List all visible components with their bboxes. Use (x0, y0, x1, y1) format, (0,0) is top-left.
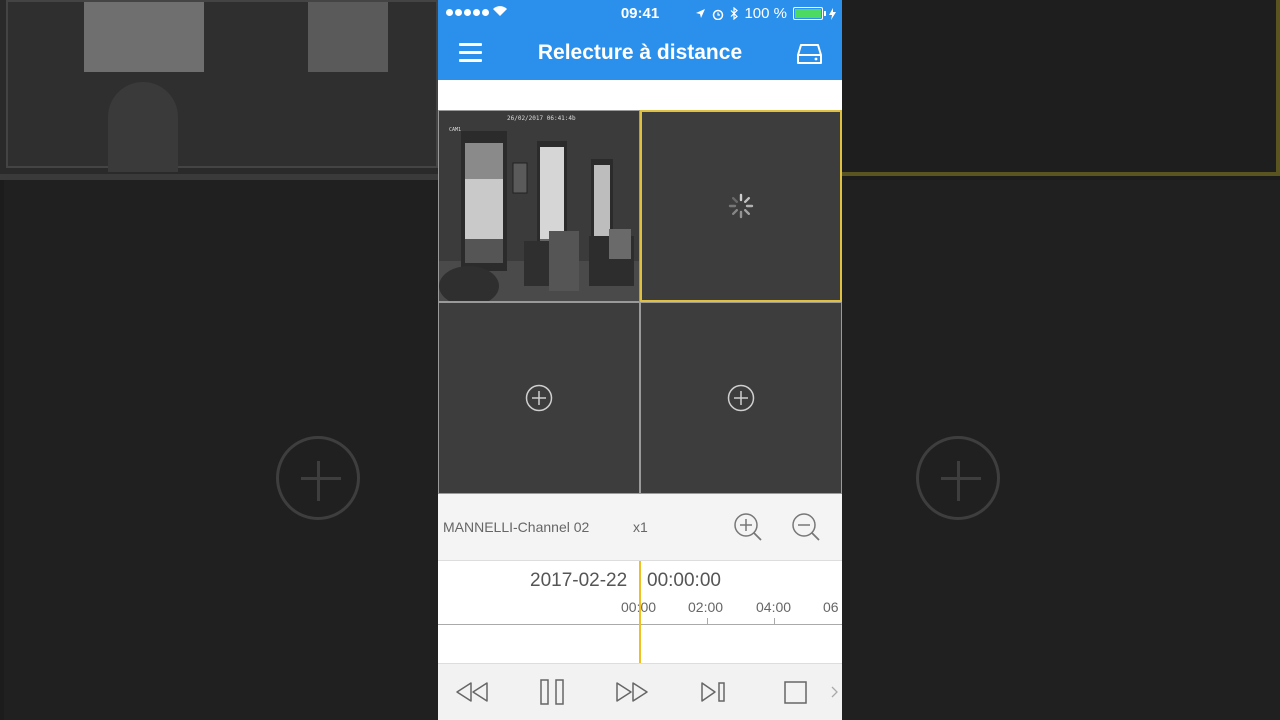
background-add-icon (276, 436, 360, 520)
rewind-icon[interactable] (454, 678, 490, 706)
timeline-tick-label: 04:00 (756, 599, 792, 615)
feed-timestamp-overlay: 26/02/2017 06:41:4b (507, 115, 576, 122)
background-empty-cell-right (842, 180, 1280, 720)
timeline-tick-label: 02:00 (688, 599, 724, 615)
more-chevron-icon[interactable] (830, 685, 840, 699)
add-circle-icon[interactable] (525, 384, 553, 412)
pause-icon[interactable] (538, 678, 568, 706)
background-empty-cell-left (4, 180, 438, 720)
channel-info-bar: MANNELLI-Channel 02 x1 (438, 494, 842, 561)
timeline-tick-label: 06 (823, 599, 839, 615)
hard-drive-icon[interactable] (797, 42, 822, 66)
stop-icon[interactable] (783, 678, 809, 706)
alarm-icon (713, 9, 724, 20)
video-cell-1[interactable]: 26/02/2017 06:41:4b CAM1 (439, 111, 639, 301)
background-add-icon (916, 436, 1000, 520)
add-circle-icon[interactable] (727, 384, 755, 412)
fast-forward-icon[interactable] (614, 678, 650, 706)
playback-speed[interactable]: x1 (633, 519, 648, 535)
video-grid: 26/02/2017 06:41:4b CAM1 (438, 110, 842, 494)
status-bar: 09:41 100 % (438, 0, 842, 28)
location-arrow-icon (696, 9, 706, 18)
timeline-date: 2017-02-22 (530, 570, 628, 591)
video-cell-3-empty[interactable] (439, 303, 639, 493)
timeline-cursor[interactable] (639, 561, 641, 663)
bluetooth-icon (731, 7, 739, 20)
zoom-out-icon[interactable] (791, 512, 821, 542)
playback-controls (438, 663, 842, 720)
channel-name: MANNELLI-Channel 02 (443, 519, 590, 535)
background-selected-cell (842, 0, 1280, 176)
toolbar-area (438, 80, 842, 111)
feed-channel-overlay: CAM1 (449, 127, 462, 133)
step-forward-icon[interactable] (699, 678, 729, 706)
navigation-bar: Relecture à distance (438, 28, 842, 80)
timeline-time: 00:00:00 (647, 570, 721, 591)
phone-screen: 09:41 100 % Relecture à distance 26/02/2… (438, 0, 842, 720)
page-title: Relecture à distance (537, 41, 743, 64)
loading-spinner-icon (728, 193, 754, 219)
charging-bolt-icon (829, 7, 836, 20)
zoom-in-icon[interactable] (733, 512, 763, 542)
battery-percentage: 100 % (744, 5, 787, 22)
background-video-thumbnail (0, 0, 439, 180)
video-cell-4-empty[interactable] (641, 303, 841, 493)
camera-feed-image: 26/02/2017 06:41:4b CAM1 (439, 111, 639, 301)
video-cell-2-selected[interactable] (640, 110, 842, 302)
battery-icon (793, 7, 826, 20)
playback-timeline[interactable]: 2017-02-22 00:00:00 00:00 02:00 04:00 06 (438, 561, 842, 663)
